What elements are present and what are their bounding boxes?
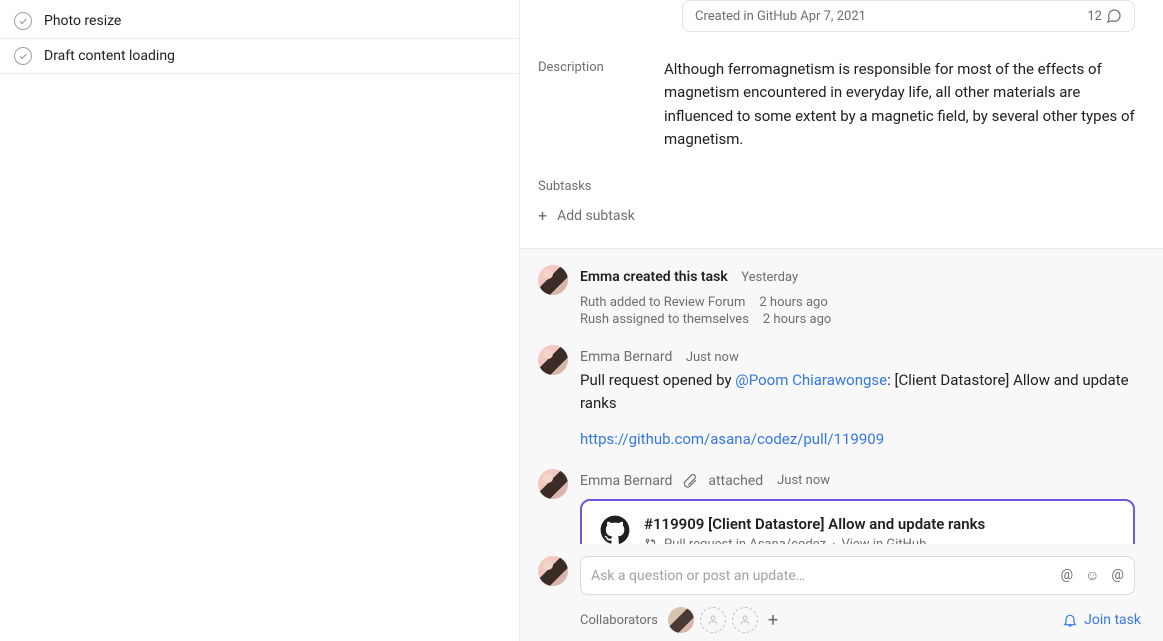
join-task-button[interactable]: Join task: [1062, 612, 1141, 628]
activity-created: Emma created this task Yesterday Ruth ad…: [538, 265, 1135, 327]
description-value[interactable]: Although ferromagnetism is responsible f…: [664, 58, 1135, 151]
activity-actor: Emma: [580, 269, 620, 285]
comment-composer: Ask a question or post an update… @ ☺ @: [520, 544, 1163, 595]
activity-sub-text: Ruth added to Review Forum: [580, 295, 745, 310]
join-task-label: Join task: [1084, 612, 1141, 628]
checkmark-icon[interactable]: [14, 12, 32, 30]
add-subtask-button[interactable]: + Add subtask: [538, 208, 1135, 248]
github-icon: [600, 515, 630, 545]
activity-verb: created this task: [623, 269, 728, 285]
attachment-author: Emma Bernard: [580, 473, 672, 489]
attachment-meta-repo: Pull request in Asana/codez: [664, 537, 826, 545]
avatar: [538, 556, 568, 586]
attachment-view-link[interactable]: View in GitHub: [841, 537, 926, 545]
subtasks-label: Subtasks: [538, 179, 1135, 194]
paperclip-icon: [682, 473, 698, 489]
github-comment-count: 12: [1087, 8, 1122, 24]
task-title: Draft content loading: [44, 48, 175, 64]
checkmark-icon[interactable]: [14, 47, 32, 65]
bell-icon: [1062, 612, 1078, 628]
task-detail-pane: Created in GitHub Apr 7, 2021 12 Descrip…: [520, 0, 1163, 641]
comment-placeholder: Ask a question or post an update…: [591, 568, 805, 584]
description-label: Description: [538, 58, 664, 151]
task-row[interactable]: Photo resize: [0, 4, 520, 39]
activity-comment: Emma Bernard Just now Pull request opene…: [538, 345, 1135, 451]
emoji-icon[interactable]: ☺: [1085, 567, 1099, 584]
add-collaborator-placeholder[interactable]: [700, 607, 726, 633]
at-mention-icon[interactable]: @: [1061, 567, 1074, 584]
collaborators-label: Collaborators: [580, 613, 658, 628]
avatar: [538, 469, 568, 499]
comment-author: Emma Bernard: [580, 349, 672, 365]
collaborators: Collaborators +: [580, 607, 778, 633]
activity-sub-text: Rush assigned to themselves: [580, 312, 749, 327]
attachment-time: Just now: [777, 473, 830, 488]
comment-time: Just now: [686, 350, 739, 365]
speech-bubble-icon: [1106, 8, 1122, 24]
add-collaborator-placeholder[interactable]: [732, 607, 758, 633]
add-collaborator-button[interactable]: +: [768, 610, 778, 631]
collaborator-avatar[interactable]: [668, 607, 694, 633]
activity-sub-time: 2 hours ago: [763, 312, 831, 327]
github-origin-text: Created in GitHub Apr 7, 2021: [695, 9, 866, 24]
pull-request-icon: [644, 537, 658, 544]
pr-link[interactable]: https://github.com/asana/codez/pull/1199…: [580, 430, 884, 448]
activity-time: Yesterday: [741, 270, 798, 285]
task-title: Photo resize: [44, 13, 121, 29]
avatar: [538, 265, 568, 295]
task-row[interactable]: Draft content loading: [0, 39, 520, 74]
attachment-title: #119909 [Client Datastore] Allow and upd…: [644, 515, 985, 533]
attachment-card[interactable]: #119909 [Client Datastore] Allow and upd…: [580, 499, 1135, 545]
attachment-verb: attached: [708, 473, 763, 489]
task-footer: Collaborators + Join task: [520, 595, 1163, 641]
comment-body-prefix: Pull request opened by: [580, 371, 735, 389]
comment-input[interactable]: Ask a question or post an update… @ ☺ @: [580, 556, 1135, 595]
task-list: Photo resize Draft content loading: [0, 0, 520, 74]
avatar: [538, 345, 568, 375]
at-mention-icon[interactable]: @: [1111, 567, 1124, 584]
activity-feed: Emma created this task Yesterday Ruth ad…: [520, 248, 1163, 544]
activity-attachment-event: Emma Bernard attached Just now #119909 […: [538, 469, 1135, 545]
add-subtask-label: Add subtask: [557, 208, 635, 224]
github-origin-pill[interactable]: Created in GitHub Apr 7, 2021 12: [682, 0, 1135, 32]
activity-sub-time: 2 hours ago: [759, 295, 827, 310]
comment-mention[interactable]: @Poom Chiarawongse: [735, 371, 887, 389]
description-field: Description Although ferromagnetism is r…: [538, 58, 1135, 151]
plus-icon: +: [538, 208, 547, 224]
